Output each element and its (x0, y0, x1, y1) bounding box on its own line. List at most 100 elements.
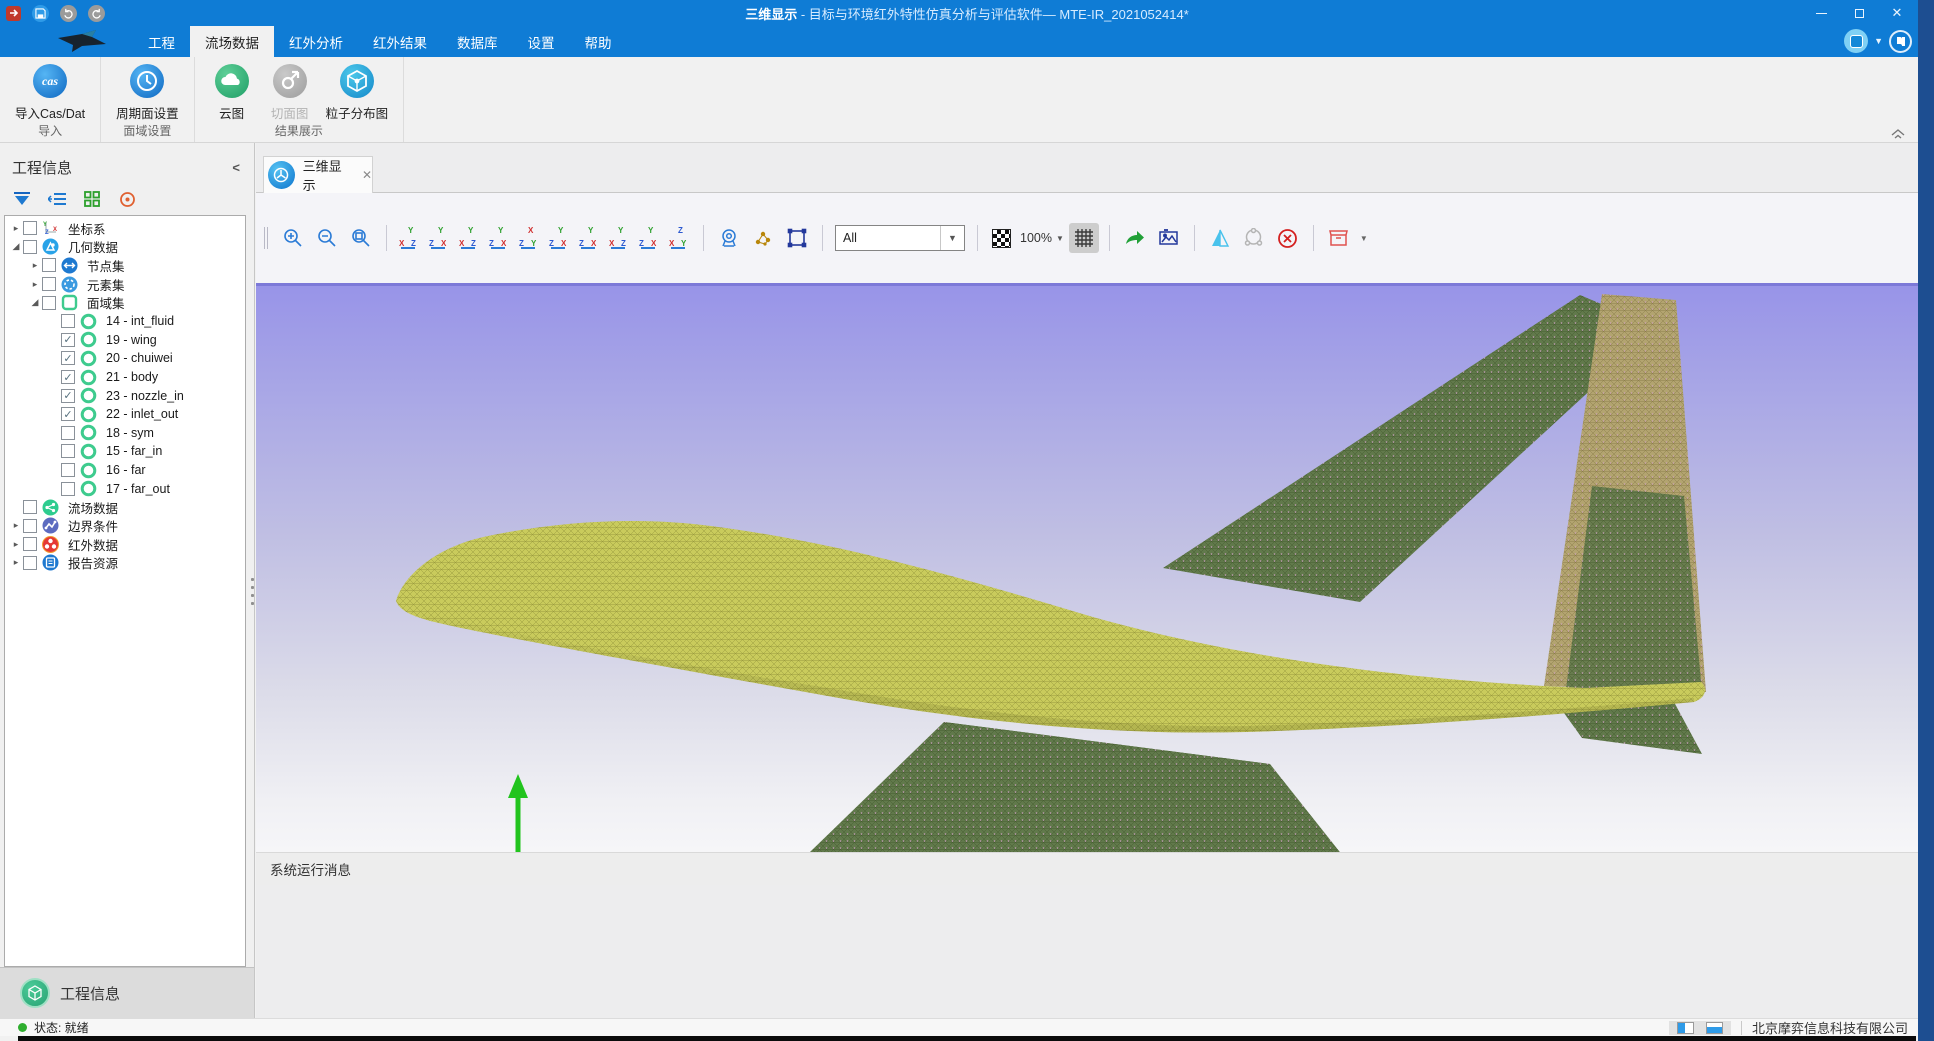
tree-item[interactable]: ◢几何数据 (5, 238, 245, 257)
menu-item-4[interactable]: 红外结果 (358, 26, 442, 57)
axis-view-icon-8[interactable]: YXZ (609, 228, 631, 248)
tree-item[interactable]: 15 - far_in (5, 442, 245, 461)
locate-icon[interactable] (117, 190, 137, 208)
tree-checkbox[interactable] (23, 556, 37, 570)
redo-icon[interactable] (88, 5, 105, 22)
tree-item[interactable]: ▸边界条件 (5, 517, 245, 536)
axis-view-icon-3[interactable]: YXZ (459, 228, 481, 248)
scatter-nodes-icon[interactable] (748, 223, 778, 253)
tree-checkbox[interactable] (23, 221, 37, 235)
zoom-fit-icon[interactable] (346, 223, 376, 253)
collapse-ribbon-icon[interactable] (1890, 128, 1906, 140)
tree-checkbox[interactable] (61, 482, 75, 496)
style-switcher-icon[interactable] (1844, 29, 1868, 53)
expander-icon[interactable]: ▸ (9, 223, 23, 234)
expander-icon[interactable]: ▸ (9, 557, 23, 568)
undo-icon[interactable] (60, 5, 77, 22)
menu-item-1[interactable]: 工程 (133, 26, 190, 57)
layout-bottom-icon[interactable] (1706, 1022, 1723, 1034)
tab-close-icon[interactable]: ✕ (362, 168, 372, 182)
tree-item[interactable]: 14 - int_fluid (5, 312, 245, 331)
axis-view-icon-1[interactable]: YXZ (399, 228, 421, 248)
zoom-out-icon[interactable] (312, 223, 342, 253)
tree-item[interactable]: 17 - far_out (5, 479, 245, 498)
tree-item[interactable]: ◢面域集 (5, 293, 245, 312)
delete-icon[interactable] (1273, 223, 1303, 253)
tree-checkbox[interactable] (42, 296, 56, 310)
zoom-level-control[interactable]: 100% ▼ (1020, 231, 1064, 245)
display-filter-combo[interactable]: All ▼ (835, 225, 965, 251)
tree-checkbox[interactable] (61, 314, 75, 328)
toolbar-grip[interactable] (264, 227, 268, 249)
layout-left-icon[interactable] (1677, 1022, 1694, 1034)
tree-item[interactable]: ▸节点集 (5, 256, 245, 275)
collapse-all-icon[interactable] (47, 190, 67, 208)
tree-checkbox[interactable] (23, 240, 37, 254)
tree-item[interactable]: ▸报告资源 (5, 554, 245, 573)
zoom-in-icon[interactable] (278, 223, 308, 253)
tree-checkbox[interactable] (42, 277, 56, 291)
save-icon[interactable] (32, 5, 49, 22)
axis-view-icon-5[interactable]: XZY (519, 228, 541, 248)
tree-item[interactable]: ✓22 - inlet_out (5, 405, 245, 424)
ribbon-button-cas[interactable]: cas导入Cas/Dat (8, 62, 92, 122)
axis-view-icon-4[interactable]: YZX (489, 228, 511, 248)
tree-item[interactable]: ✓19 - wing (5, 331, 245, 350)
axis-view-icon-7[interactable]: YZX (579, 228, 601, 248)
expander-icon[interactable]: ▸ (9, 539, 23, 550)
tree-checkbox[interactable] (61, 463, 75, 477)
menu-item-2[interactable]: 流场数据 (190, 26, 274, 57)
ribbon-button-clock[interactable]: 周期面设置 (109, 62, 186, 122)
snapshot-icon[interactable] (1154, 223, 1184, 253)
tree-checkbox[interactable]: ✓ (61, 389, 75, 403)
expander-icon[interactable]: ◢ (28, 297, 42, 308)
panel-collapse-icon[interactable]: < (232, 160, 240, 175)
axis-view-icon-10[interactable]: ZXY (669, 228, 691, 248)
tree-item[interactable]: ▸元素集 (5, 275, 245, 294)
3d-viewport[interactable]: x 系统运行消息 (256, 283, 1918, 885)
tree-checkbox[interactable] (42, 258, 56, 272)
panel-footer[interactable]: 工程信息 (0, 967, 254, 1018)
menu-item-3[interactable]: 红外分析 (274, 26, 358, 57)
tree-checkbox[interactable] (23, 519, 37, 533)
maximize-button[interactable] (1840, 0, 1878, 26)
tree-checkbox[interactable]: ✓ (61, 351, 75, 365)
menu-item-6[interactable]: 设置 (513, 26, 570, 57)
tree-item[interactable]: 18 - sym (5, 424, 245, 443)
expander-icon[interactable]: ▸ (28, 260, 42, 271)
close-button[interactable]: ✕ (1878, 0, 1916, 26)
package-icon[interactable] (1324, 223, 1354, 253)
minimize-button[interactable] (1802, 0, 1840, 26)
tree-checkbox[interactable] (23, 500, 37, 514)
tree-checkbox[interactable]: ✓ (61, 407, 75, 421)
ribbon-button-particle[interactable]: 粒子分布图 (319, 62, 396, 122)
axis-view-icon-2[interactable]: YZX (429, 228, 451, 248)
tree-item[interactable]: ✓21 - body (5, 368, 245, 387)
group-view-icon[interactable] (82, 190, 102, 208)
panel-splitter[interactable] (251, 578, 256, 605)
axis-view-icon-6[interactable]: YZX (549, 228, 571, 248)
axis-view-icon-9[interactable]: YZX (639, 228, 661, 248)
grid-toggle-icon[interactable] (1069, 223, 1099, 253)
ribbon-button-cloud[interactable]: 云图 (203, 62, 261, 122)
tree-checkbox[interactable] (61, 426, 75, 440)
tree-item[interactable]: ✓20 - chuiwei (5, 349, 245, 368)
expander-icon[interactable]: ◢ (9, 241, 23, 252)
tree-checkbox[interactable] (23, 537, 37, 551)
menu-item-5[interactable]: 数据库 (442, 26, 513, 57)
tree-checkbox[interactable]: ✓ (61, 333, 75, 347)
app-quick-icon[interactable] (6, 6, 21, 21)
style-caret-icon[interactable]: ▼ (1874, 36, 1883, 46)
tree-checkbox[interactable]: ✓ (61, 370, 75, 384)
camera-icon[interactable] (714, 223, 744, 253)
mirror-icon[interactable] (1205, 223, 1235, 253)
tree-item[interactable]: ✓23 - nozzle_in (5, 386, 245, 405)
package-caret-icon[interactable]: ▼ (1360, 234, 1368, 243)
tree-checkbox[interactable] (61, 444, 75, 458)
tree-item[interactable]: 16 - far (5, 461, 245, 480)
tab-3d-view[interactable]: 三维显示 ✕ (263, 156, 373, 193)
transparency-checker-icon[interactable] (992, 229, 1011, 248)
tree-item[interactable]: ▸YZX坐标系 (5, 219, 245, 238)
filter-icon[interactable] (12, 190, 32, 208)
help-book-icon[interactable] (1889, 30, 1912, 53)
